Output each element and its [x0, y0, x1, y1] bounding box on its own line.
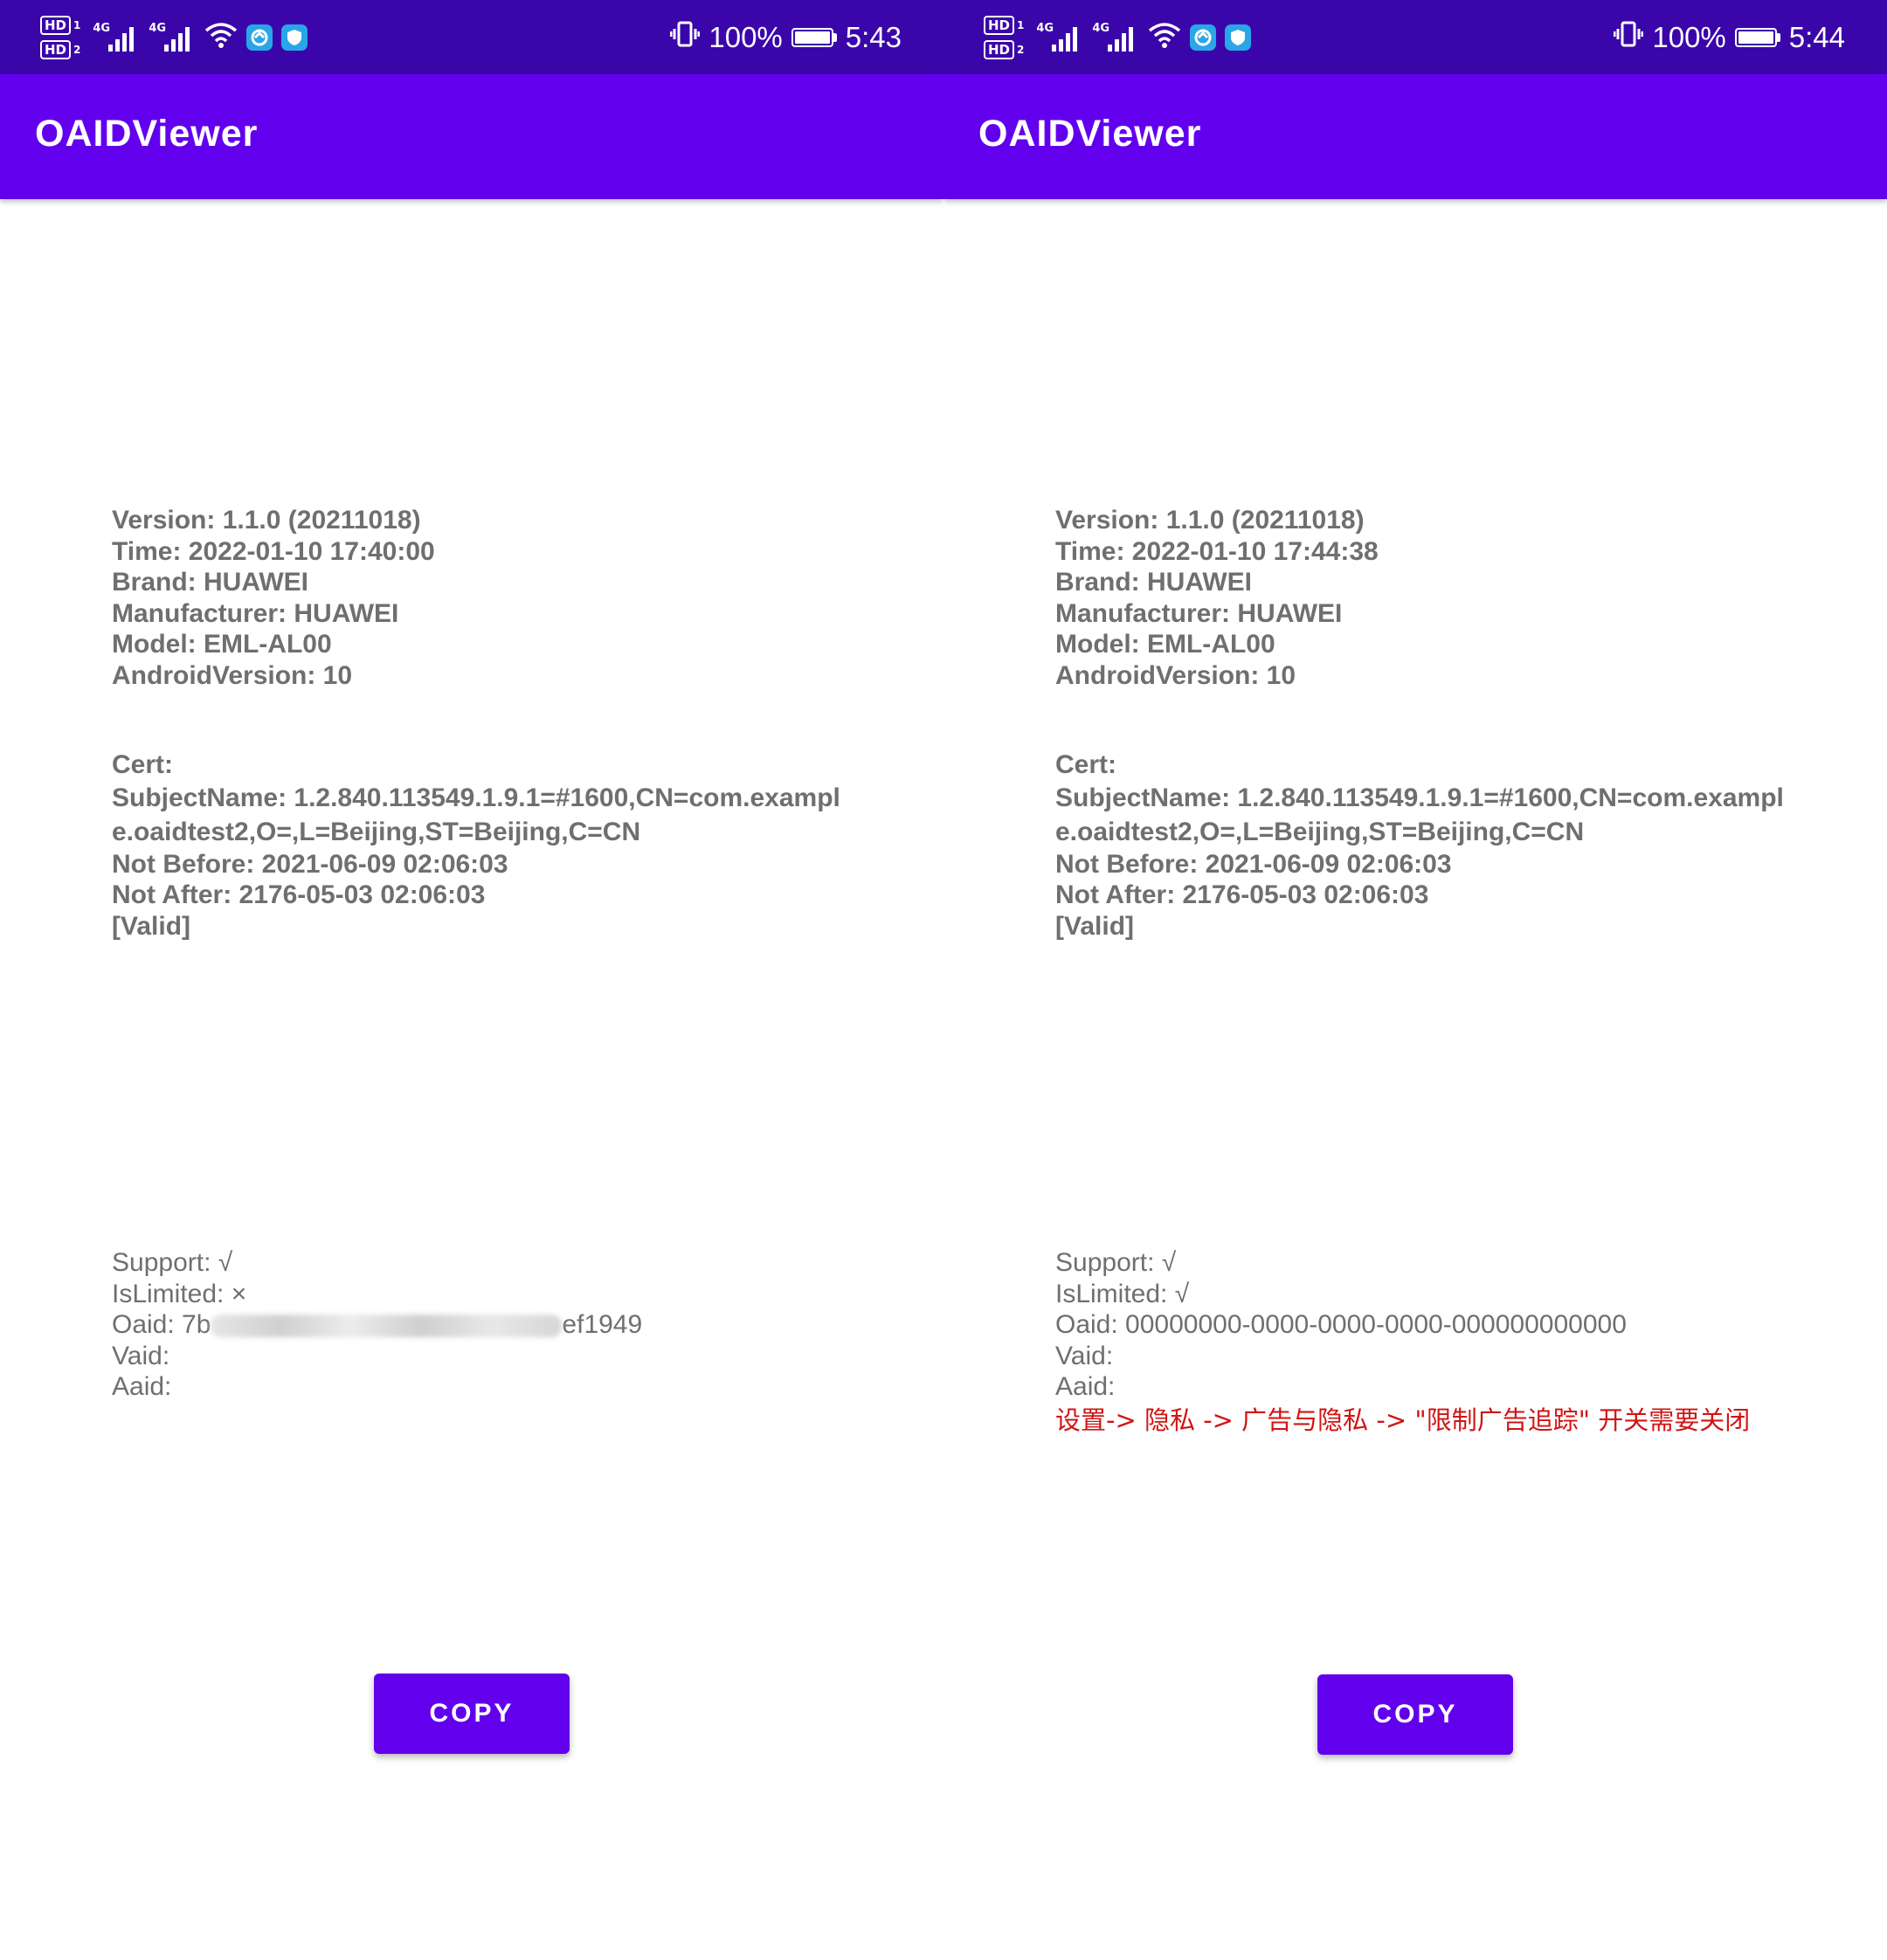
copy-button[interactable]: COPY: [1317, 1674, 1513, 1755]
network-generation: 4G: [1036, 22, 1054, 35]
device-info: Version: 1.1.0 (20211018) Time: 2022-01-…: [1055, 505, 1379, 691]
app-title: OAIDViewer: [35, 113, 259, 155]
limit-ad-tracking-hint: 设置-> 隐私 -> 广告与隐私 -> "限制广告追踪" 开关需要关闭: [1055, 1404, 1751, 1435]
redacted-blur: [211, 1315, 563, 1338]
version-text: Version: 1.1.0 (20211018): [112, 506, 421, 535]
oaid-prefix: Oaid: 7b: [112, 1310, 211, 1339]
network-generation: 4G: [1092, 22, 1110, 35]
shield-icon: [281, 24, 308, 51]
shield-icon: [1225, 24, 1252, 51]
network-generation: 4G: [149, 22, 167, 35]
clock: 5:43: [845, 21, 902, 53]
signal-sim2-icon: 4G: [1092, 20, 1139, 55]
subject-name-line2: e.oaidtest2,O=,L=Beijing,ST=Beijing,C=CN: [112, 817, 641, 846]
hd-sim2: HD 2: [40, 40, 80, 59]
time-text: Time: 2022-01-10 17:44:38: [1055, 536, 1379, 566]
status-bar: HD 1 HD 2 4G 4G: [944, 0, 1887, 74]
status-bar-right: 100% 5:43: [669, 10, 902, 65]
vibrate-icon: [669, 20, 701, 55]
is-limited-text: IsLimited: √: [1055, 1279, 1190, 1308]
app-notification-icon: [1190, 24, 1217, 51]
oaid-suffix: ef1949: [562, 1310, 643, 1339]
android-version-text: AndroidVersion: 10: [1055, 660, 1296, 690]
wifi-icon: [204, 22, 238, 53]
cert-heading: Cert:: [112, 750, 174, 779]
oaid-info: Support: √ IsLimited: × Oaid: 7b ef1949 V…: [112, 1247, 642, 1403]
app-bar: OAIDViewer: [944, 74, 1887, 199]
vaid-text: Vaid:: [1055, 1341, 1114, 1370]
oaid-text: Oaid: 7b ef1949: [112, 1309, 642, 1341]
hd-sim1: HD 1: [40, 16, 80, 35]
vaid-text: Vaid:: [112, 1341, 170, 1370]
phone-screen-left: HD 1 HD 2 4G 4G 100% 5:43 OAIDViewer Ver…: [0, 0, 944, 1960]
sim-number: 2: [73, 44, 81, 56]
device-info: Version: 1.1.0 (20211018) Time: 2022-01-…: [112, 505, 435, 691]
screenshot-pair: HD 1 HD 2 4G 4G 100% 5:43 OAIDViewer Ver…: [0, 0, 1887, 1960]
brand-text: Brand: HUAWEI: [112, 568, 308, 597]
signal-sim2-icon: 4G: [149, 20, 196, 55]
wifi-icon: [1148, 22, 1181, 53]
app-bar: OAIDViewer: [0, 74, 944, 199]
subject-name-line2: e.oaidtest2,O=,L=Beijing,ST=Beijing,C=CN: [1055, 817, 1585, 846]
subject-name-line1: SubjectName: 1.2.840.113549.1.9.1=#1600,…: [1055, 783, 1784, 812]
aaid-text: Aaid:: [1055, 1372, 1116, 1401]
battery-icon: [791, 28, 837, 47]
app-title: OAIDViewer: [978, 113, 1202, 155]
battery-icon: [1734, 28, 1780, 47]
cert-info: Cert: SubjectName: 1.2.840.113549.1.9.1=…: [112, 749, 840, 942]
status-bar: HD 1 HD 2 4G 4G: [0, 0, 944, 74]
hd-indicators: HD 1 HD 2: [984, 16, 1024, 59]
hd-sim2: HD 2: [984, 40, 1024, 59]
battery-percent: 100%: [1652, 21, 1726, 53]
hd-badge: HD: [984, 16, 1015, 35]
sim-number: 1: [1017, 19, 1025, 31]
copy-button[interactable]: COPY: [374, 1674, 570, 1754]
manufacturer-text: Manufacturer: HUAWEI: [112, 598, 399, 628]
signal-sim1-icon: 4G: [1036, 20, 1083, 55]
cert-status: [Valid]: [112, 911, 191, 941]
phone-screen-right: HD 1 HD 2 4G 4G 100% 5:44 OAIDViewer Ver…: [944, 0, 1887, 1960]
is-limited-text: IsLimited: ×: [112, 1279, 247, 1308]
hd-badge: HD: [40, 40, 72, 59]
oaid-info: Support: √ IsLimited: √ Oaid: 00000000-0…: [1055, 1247, 1750, 1436]
vibrate-icon: [1613, 20, 1644, 55]
version-text: Version: 1.1.0 (20211018): [1055, 506, 1365, 535]
oaid-text: Oaid: 00000000-0000-0000-0000-0000000000…: [1055, 1310, 1627, 1339]
hd-badge: HD: [40, 16, 72, 35]
cert-status: [Valid]: [1055, 911, 1135, 941]
network-generation: 4G: [93, 22, 111, 35]
hd-badge: HD: [984, 40, 1015, 59]
not-before-text: Not Before: 2021-06-09 02:06:03: [112, 849, 508, 879]
battery-percent: 100%: [708, 21, 783, 53]
status-bar-left: HD 1 HD 2 4G 4G: [40, 10, 308, 65]
brand-text: Brand: HUAWEI: [1055, 568, 1252, 597]
cert-info: Cert: SubjectName: 1.2.840.113549.1.9.1=…: [1055, 749, 1784, 942]
support-text: Support: √: [112, 1248, 233, 1277]
android-version-text: AndroidVersion: 10: [112, 660, 353, 690]
subject-name-line1: SubjectName: 1.2.840.113549.1.9.1=#1600,…: [112, 783, 840, 812]
app-notification-icon: [246, 24, 273, 51]
sim-number: 2: [1017, 44, 1025, 56]
not-after-text: Not After: 2176-05-03 02:06:03: [112, 880, 486, 909]
status-bar-left: HD 1 HD 2 4G 4G: [984, 10, 1252, 65]
clock: 5:44: [1788, 21, 1845, 53]
signal-sim1-icon: 4G: [93, 20, 140, 55]
hd-sim1: HD 1: [984, 16, 1024, 35]
model-text: Model: EML-AL00: [112, 630, 332, 659]
sim-number: 1: [73, 19, 81, 31]
aaid-text: Aaid:: [112, 1372, 172, 1401]
model-text: Model: EML-AL00: [1055, 630, 1275, 659]
not-before-text: Not Before: 2021-06-09 02:06:03: [1055, 849, 1452, 879]
cert-heading: Cert:: [1055, 750, 1117, 779]
hd-indicators: HD 1 HD 2: [40, 16, 80, 59]
support-text: Support: √: [1055, 1248, 1177, 1277]
not-after-text: Not After: 2176-05-03 02:06:03: [1055, 880, 1429, 909]
manufacturer-text: Manufacturer: HUAWEI: [1055, 598, 1343, 628]
status-bar-right: 100% 5:44: [1613, 10, 1845, 65]
time-text: Time: 2022-01-10 17:40:00: [112, 536, 435, 566]
